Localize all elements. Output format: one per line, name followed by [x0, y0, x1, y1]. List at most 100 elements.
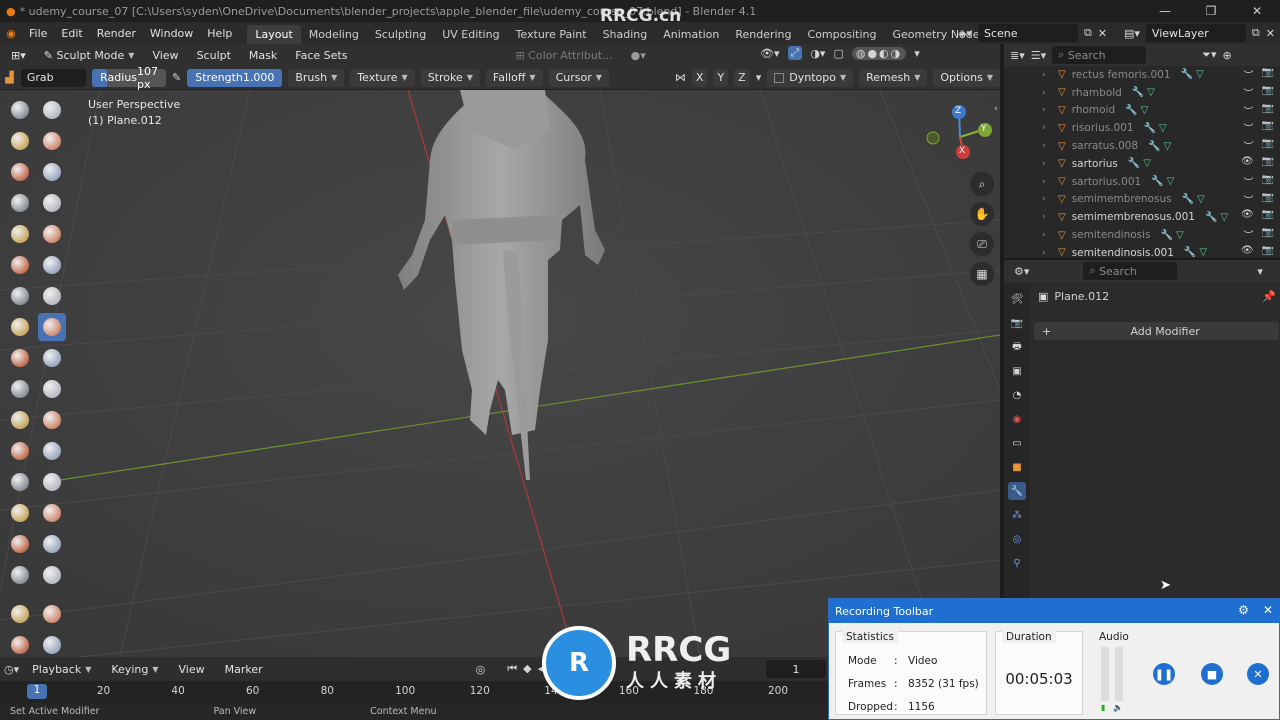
smear-tool-icon[interactable]: [38, 561, 66, 589]
physics-tab-icon[interactable]: ◎: [1008, 530, 1026, 548]
viewlayer-selector[interactable]: ▤▾ ViewLayer ⧉ ✕: [1124, 22, 1275, 44]
outliner-row[interactable]: › ▽ rectus femoris.001 🔧 ▽ ︶ 📷: [1004, 66, 1280, 84]
3d-viewport[interactable]: User Perspective (1) Plane.012 Z Y X ⌕ ✋…: [0, 90, 1000, 657]
camera-icon[interactable]: 📷: [1262, 103, 1274, 118]
display-mode-icon[interactable]: ☰▾: [1031, 49, 1046, 62]
eye-open-icon[interactable]: 👁: [1241, 156, 1254, 167]
clay-strips-tool-icon[interactable]: [38, 127, 66, 155]
outliner-row[interactable]: › ▽ sartorius 🔧 ▽ 👁 📷: [1004, 155, 1280, 173]
current-frame-field[interactable]: 1: [766, 660, 826, 678]
smooth-tool-icon[interactable]: [38, 220, 66, 248]
overlay-icon[interactable]: ◑▾: [810, 47, 825, 60]
expand-arrow-icon[interactable]: ›: [1042, 105, 1046, 115]
modifier-icons[interactable]: 🔧 ▽: [1205, 212, 1228, 223]
output-tab-icon[interactable]: 🖶: [1008, 338, 1026, 356]
sculpt-menu[interactable]: Sculpt: [190, 46, 238, 64]
menu-edit[interactable]: Edit: [54, 27, 89, 40]
playback-menu[interactable]: Playback ▼: [25, 660, 98, 678]
pause-button[interactable]: ❚❚: [1153, 663, 1175, 685]
inflate-tool-icon[interactable]: [6, 189, 34, 217]
line-project-tool-icon[interactable]: [6, 631, 34, 659]
expand-arrow-icon[interactable]: ›: [1042, 248, 1046, 258]
timeline-view-menu[interactable]: View: [171, 660, 211, 678]
tab-animation[interactable]: Animation: [655, 25, 727, 44]
strength-slider[interactable]: Strength 1.000: [187, 68, 283, 87]
slide-relax-tool-icon[interactable]: [6, 437, 34, 465]
current-frame-marker[interactable]: 1: [27, 684, 47, 699]
grab-tool-icon[interactable]: [38, 313, 66, 341]
filter-icon[interactable]: ⏷▾: [1202, 48, 1216, 62]
outliner-row[interactable]: › ▽ rhomoid 🔧 ▽ ︶ 📷: [1004, 102, 1280, 120]
marker-menu[interactable]: Marker: [218, 660, 270, 678]
flatten-tool-icon[interactable]: [6, 251, 34, 279]
visibility-icon[interactable]: 👁▾: [760, 47, 780, 60]
tab-modeling[interactable]: Modeling: [301, 25, 367, 44]
face-sets-menu[interactable]: Face Sets: [288, 46, 354, 64]
camera-icon[interactable]: 📷: [1262, 85, 1274, 100]
outliner-row[interactable]: › ▽ semitendinosis 🔧 ▽ ︶ 📷: [1004, 226, 1280, 244]
layer-tool-icon[interactable]: [38, 158, 66, 186]
menu-file[interactable]: File: [22, 27, 54, 40]
brush-name-field[interactable]: Grab: [20, 68, 87, 87]
dyntopo-dropdown[interactable]: Dyntopo ▼: [767, 68, 854, 87]
gizmo-toggle-icon[interactable]: ⤢: [787, 46, 803, 60]
new-collection-icon[interactable]: ⊕: [1222, 49, 1231, 62]
properties-editor-icon[interactable]: ⚙▾: [1014, 265, 1029, 278]
properties-search-input[interactable]: ⌕ Search: [1083, 262, 1178, 280]
clay-thumb-tool-icon[interactable]: [6, 158, 34, 186]
outliner-row[interactable]: › ▽ sartorius.001 🔧 ▽ ︶ 📷: [1004, 173, 1280, 191]
modifier-icons[interactable]: 🔧 ▽: [1144, 123, 1167, 134]
mirror-y-toggle[interactable]: Y: [713, 68, 729, 87]
eye-closed-icon[interactable]: ︶: [1244, 85, 1254, 100]
eye-closed-icon[interactable]: ︶: [1244, 138, 1254, 153]
recording-close-icon[interactable]: ✕: [1263, 603, 1273, 617]
grid-view-icon[interactable]: ▦: [970, 262, 994, 286]
color-dot-dropdown[interactable]: ●▾: [624, 46, 653, 64]
draw-sharp-tool-icon[interactable]: [38, 96, 66, 124]
camera-icon[interactable]: 📷: [1262, 245, 1274, 256]
modifier-icons[interactable]: 🔧 ▽: [1125, 105, 1148, 116]
expand-arrow-icon[interactable]: ›: [1042, 194, 1046, 204]
pinch-tool-icon[interactable]: [6, 313, 34, 341]
menu-render[interactable]: Render: [90, 27, 143, 40]
crease-tool-icon[interactable]: [6, 220, 34, 248]
mirror-x-toggle[interactable]: X: [691, 68, 708, 87]
tab-sculpting[interactable]: Sculpting: [367, 25, 434, 44]
color-attribute-dropdown[interactable]: ⊞ Color Attribut...: [508, 46, 619, 64]
recording-settings-icon[interactable]: ⚙: [1238, 603, 1249, 617]
menu-window[interactable]: Window: [143, 27, 200, 40]
tab-compositing[interactable]: Compositing: [800, 25, 885, 44]
symmetry-icon[interactable]: ⋈: [675, 71, 686, 84]
expand-arrow-icon[interactable]: ›: [1042, 141, 1046, 151]
render-tab-icon[interactable]: 📷: [1008, 314, 1026, 332]
tab-rendering[interactable]: Rendering: [727, 25, 799, 44]
expand-arrow-icon[interactable]: ›: [1042, 212, 1046, 222]
clay-tool-icon[interactable]: [6, 127, 34, 155]
tab-shading[interactable]: Shading: [595, 25, 656, 44]
thumb-tool-icon[interactable]: [6, 375, 34, 403]
eye-open-icon[interactable]: 👁: [1241, 209, 1254, 220]
dyntopo-checkbox[interactable]: [774, 72, 785, 83]
sidebar-toggle-icon[interactable]: ‹: [994, 104, 998, 114]
camera-icon[interactable]: 📷: [1262, 138, 1274, 153]
outliner-editor-icon[interactable]: ≣▾: [1010, 49, 1025, 62]
close-button[interactable]: ✕: [1234, 4, 1280, 18]
blob-tool-icon[interactable]: [38, 189, 66, 217]
modifier-icons[interactable]: 🔧 ▽: [1182, 194, 1205, 205]
texture-dropdown[interactable]: Texture ▼: [350, 68, 415, 87]
mirror-z-toggle[interactable]: Z: [734, 68, 750, 87]
mask-menu[interactable]: Mask: [242, 46, 284, 64]
keying-menu[interactable]: Keying ▼: [104, 660, 165, 678]
expand-arrow-icon[interactable]: ›: [1042, 70, 1046, 80]
outliner-row[interactable]: › ▽ risorius.001 🔧 ▽ ︶ 📷: [1004, 119, 1280, 137]
camera-icon[interactable]: 📷: [1262, 174, 1274, 189]
camera-icon[interactable]: 📷: [1262, 156, 1274, 167]
maximize-button[interactable]: ❐: [1188, 4, 1234, 18]
auto-key-icon[interactable]: ◎: [476, 663, 486, 676]
modifier-icons[interactable]: 🔧 ▽: [1161, 230, 1184, 241]
outliner-row[interactable]: › ▽ semimembrenosus.001 🔧 ▽ 👁 📷: [1004, 208, 1280, 226]
eye-closed-icon[interactable]: ︶: [1244, 174, 1254, 189]
object-tab-icon[interactable]: ■: [1008, 458, 1026, 476]
elastic-deform-tool-icon[interactable]: [6, 344, 34, 372]
stop-button[interactable]: ■: [1201, 663, 1223, 685]
